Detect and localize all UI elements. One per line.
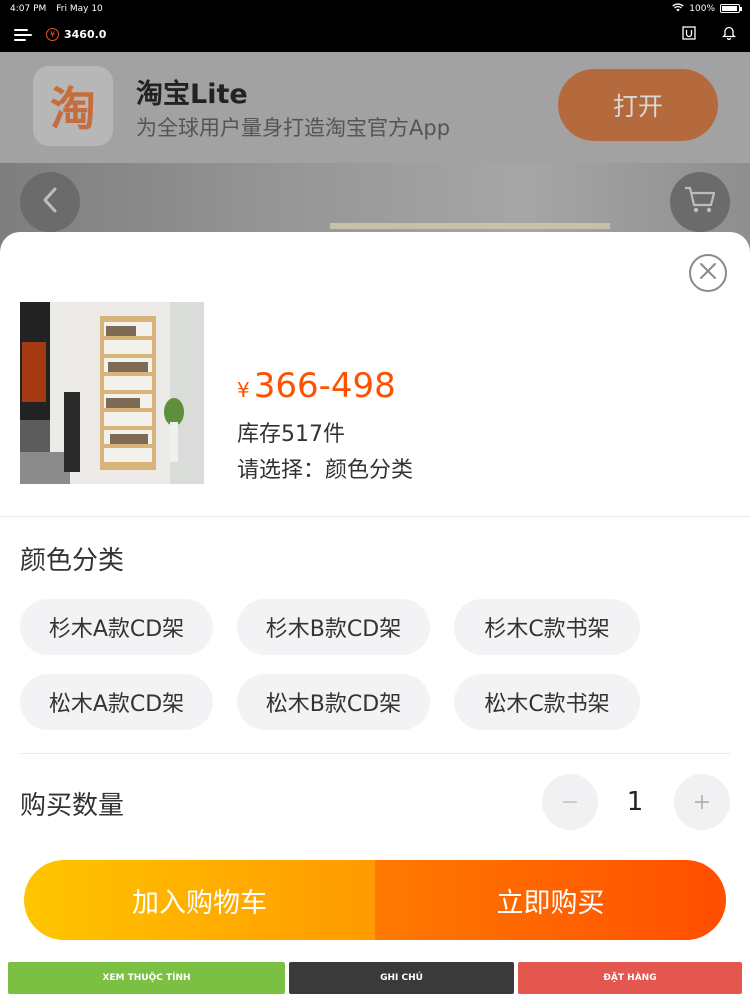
- battery-percent: 100%: [689, 3, 715, 14]
- color-category-title: 颜色分类: [20, 546, 125, 576]
- balance-amount: 3460.0: [64, 28, 107, 41]
- purchase-action-bar: 加入购物车 立即购买: [24, 860, 726, 940]
- app-top-bar: ¥ 3460.0: [0, 17, 750, 52]
- buy-now-button[interactable]: 立即购买: [375, 860, 726, 940]
- divider: [20, 753, 730, 754]
- banner-subtitle: 为全球用户量身打造淘宝官方App: [136, 116, 451, 140]
- bell-icon[interactable]: [721, 25, 737, 44]
- option-chip[interactable]: 松木B款CD架: [237, 674, 430, 730]
- option-chip[interactable]: 松木A款CD架: [20, 674, 213, 730]
- option-chip[interactable]: 杉木B款CD架: [237, 599, 430, 655]
- currency-symbol: ¥: [237, 378, 250, 402]
- status-time: 4:07 PM: [10, 3, 47, 14]
- bottom-toolbar: XEM THUỘC TÍNH GHI CHÚ ĐẶT HÀNG: [0, 952, 750, 1000]
- selection-hint: 请选择：颜色分类: [237, 458, 414, 483]
- add-to-cart-button[interactable]: 加入购物车: [24, 860, 375, 940]
- close-button[interactable]: [689, 254, 727, 292]
- option-chip[interactable]: 杉木A款CD架: [20, 599, 213, 655]
- note-button[interactable]: GHI CHÚ: [289, 962, 514, 994]
- menu-icon[interactable]: [14, 28, 32, 41]
- sku-selection-sheet: ¥366-498 库存517件 请选择：颜色分类 颜色分类 杉木A款CD架 杉木…: [0, 232, 750, 952]
- quantity-label: 购买数量: [20, 791, 125, 821]
- cart-button[interactable]: [670, 172, 730, 232]
- place-order-button[interactable]: ĐẶT HÀNG: [518, 962, 742, 994]
- taobao-logo: 淘: [33, 66, 113, 146]
- close-icon: [699, 262, 717, 284]
- increase-quantity-button[interactable]: +: [674, 774, 730, 830]
- open-app-button[interactable]: 打开: [558, 69, 718, 141]
- status-bar: 4:07 PM Fri May 10 100%: [0, 0, 750, 17]
- quantity-value: 1: [626, 787, 644, 817]
- stock-count: 库存517件: [237, 422, 345, 447]
- option-chip[interactable]: 杉木C款书架: [454, 599, 640, 655]
- cart-icon: [683, 185, 717, 219]
- coin-icon: ¥: [46, 28, 59, 41]
- divider: [0, 516, 750, 517]
- app-promo-banner: 淘 淘宝Lite 为全球用户量身打造淘宝官方App 打开: [0, 52, 750, 163]
- product-thumbnail: [20, 302, 204, 484]
- back-button[interactable]: [20, 172, 80, 232]
- battery-icon: [720, 4, 742, 13]
- chevron-left-icon: [40, 186, 60, 218]
- view-attributes-button[interactable]: XEM THUỘC TÍNH: [8, 962, 285, 994]
- shopping-bag-icon[interactable]: [682, 25, 696, 44]
- option-chip[interactable]: 松木C款书架: [454, 674, 640, 730]
- decrease-quantity-button[interactable]: −: [542, 774, 598, 830]
- banner-title: 淘宝Lite: [136, 79, 248, 110]
- status-date: Fri May 10: [56, 3, 103, 14]
- price-range: 366-498: [253, 366, 396, 406]
- wifi-icon: [672, 2, 684, 15]
- product-price: ¥366-498: [237, 366, 396, 406]
